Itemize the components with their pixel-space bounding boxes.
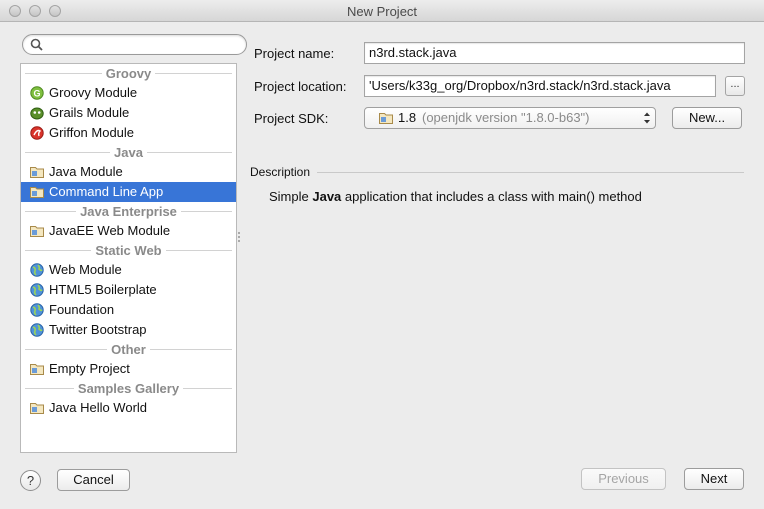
sdk-detail: (openjdk version "1.8.0-b63")	[422, 110, 590, 125]
list-item-label: Foundation	[49, 302, 115, 317]
cancel-button[interactable]: Cancel	[57, 469, 130, 491]
list-item-label: Java Module	[49, 164, 123, 179]
list-item[interactable]: Foundation	[21, 300, 236, 320]
project-type-list[interactable]: Groovy G Groovy Module Grails Module Griffon…	[20, 63, 237, 453]
folder-icon	[30, 224, 44, 238]
group-header: Java	[21, 143, 236, 162]
list-item[interactable]: Twitter Bootstrap	[21, 320, 236, 340]
grails-icon	[30, 106, 44, 120]
list-item[interactable]: Java Module	[21, 162, 236, 182]
list-item-label: Griffon Module	[49, 125, 135, 140]
globe-icon	[30, 283, 44, 297]
groovy-icon: G	[30, 86, 44, 100]
description-java-keyword: Java	[312, 189, 342, 204]
folder-icon	[30, 401, 44, 415]
list-item[interactable]: G Groovy Module	[21, 83, 236, 103]
list-item[interactable]: Empty Project	[21, 359, 236, 379]
list-item-label: Groovy Module	[49, 85, 138, 100]
project-name-field[interactable]: n3rd.stack.java	[364, 42, 745, 64]
group-header: Groovy	[21, 64, 236, 83]
project-sdk-label: Project SDK:	[254, 111, 329, 126]
globe-icon	[30, 303, 44, 317]
group-header: Java Enterprise	[21, 202, 236, 221]
globe-icon	[30, 323, 44, 337]
list-item[interactable]: Grails Module	[21, 103, 236, 123]
project-name-label: Project name:	[254, 46, 335, 61]
search-icon	[30, 38, 43, 51]
folder-icon	[30, 185, 44, 199]
new-sdk-button[interactable]: New...	[672, 107, 742, 129]
title-bar: New Project	[0, 0, 764, 22]
list-item[interactable]: JavaEE Web Module	[21, 221, 236, 241]
previous-button[interactable]: Previous	[581, 468, 666, 490]
project-location-field[interactable]: 'Users/k33g_org/Dropbox/n3rd.stack/n3rd.…	[364, 75, 716, 97]
description-text: Simple Java application that includes a …	[269, 189, 642, 204]
group-header: Other	[21, 340, 236, 359]
folder-icon	[30, 362, 44, 376]
browse-button[interactable]: ...	[725, 76, 745, 96]
list-item-label: Twitter Bootstrap	[49, 322, 147, 337]
list-item-label: Grails Module	[49, 105, 130, 120]
list-item-label: Command Line App	[49, 184, 164, 199]
search-field[interactable]	[22, 34, 247, 55]
sdk-version: 1.8	[398, 110, 417, 125]
project-sdk-select[interactable]: 1.8 (openjdk version "1.8.0-b63")	[364, 107, 656, 129]
project-location-label: Project location:	[254, 79, 347, 94]
globe-icon	[30, 263, 44, 277]
next-button[interactable]: Next	[684, 468, 744, 490]
group-header: Static Web	[21, 241, 236, 260]
griffon-icon	[30, 126, 44, 140]
splitter-handle[interactable]	[237, 232, 241, 246]
description-title: Description	[250, 165, 311, 179]
sdk-folder-icon	[379, 113, 393, 124]
group-header: Samples Gallery	[21, 379, 236, 398]
window-title: New Project	[346, 4, 418, 19]
list-item[interactable]: Command Line App	[21, 182, 236, 202]
list-item-label: Web Module	[49, 262, 122, 277]
folder-icon	[30, 165, 44, 179]
list-item-label: JavaEE Web Module	[49, 223, 171, 238]
list-item[interactable]: Java Hello World	[21, 398, 236, 418]
list-item[interactable]: Griffon Module	[21, 123, 236, 143]
description-divider	[317, 172, 744, 173]
list-item[interactable]: HTML5 Boilerplate	[21, 280, 236, 300]
list-item-label: HTML5 Boilerplate	[49, 282, 157, 297]
search-input[interactable]	[47, 37, 237, 52]
chevron-updown-icon	[644, 112, 650, 124]
list-item[interactable]: Web Module	[21, 260, 236, 280]
svg-text:G: G	[33, 89, 40, 99]
list-item-label: Empty Project	[49, 361, 130, 376]
help-button[interactable]: ?	[20, 470, 41, 491]
list-item-label: Java Hello World	[49, 400, 148, 415]
